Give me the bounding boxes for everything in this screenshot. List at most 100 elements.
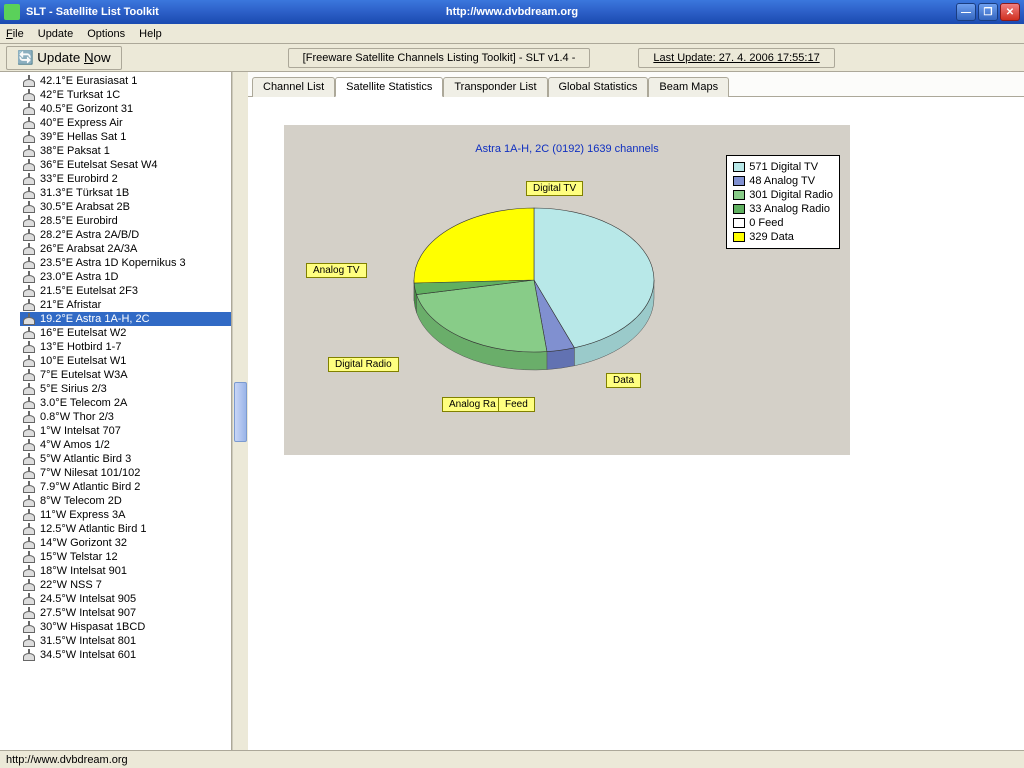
satellite-icon — [22, 537, 36, 549]
legend-swatch — [733, 232, 745, 242]
tab-global-statistics[interactable]: Global Statistics — [548, 77, 649, 97]
satellite-label: 24.5°W Intelsat 905 — [40, 593, 136, 605]
satellite-icon — [22, 593, 36, 605]
satellite-label: 12.5°W Atlantic Bird 1 — [40, 523, 147, 535]
slice-label-analog-tv: Analog TV — [306, 263, 367, 278]
satellite-item[interactable]: 3.0°E Telecom 2A — [20, 396, 231, 410]
menu-options[interactable]: Options — [87, 28, 125, 40]
satellite-item[interactable]: 31.3°E Türksat 1B — [20, 186, 231, 200]
menu-file[interactable]: File — [6, 28, 24, 40]
satellite-icon — [22, 341, 36, 353]
tab-beam-maps[interactable]: Beam Maps — [648, 77, 729, 97]
status-bar: http://www.dvbdream.org — [0, 750, 1024, 768]
satellite-item[interactable]: 8°W Telecom 2D — [20, 494, 231, 508]
pie-chart — [404, 185, 664, 385]
satellite-item[interactable]: 28.5°E Eurobird — [20, 214, 231, 228]
satellite-label: 40.5°E Gorizont 31 — [40, 103, 133, 115]
satellite-item[interactable]: 11°W Express 3A — [20, 508, 231, 522]
satellite-label: 22°W NSS 7 — [40, 579, 102, 591]
satellite-item[interactable]: 0.8°W Thor 2/3 — [20, 410, 231, 424]
satellite-item[interactable]: 14°W Gorizont 32 — [20, 536, 231, 550]
tab-transponder-list[interactable]: Transponder List — [443, 77, 547, 97]
satellite-item[interactable]: 23.5°E Astra 1D Kopernikus 3 — [20, 256, 231, 270]
satellite-item[interactable]: 39°E Hellas Sat 1 — [20, 130, 231, 144]
satellite-icon — [22, 495, 36, 507]
satellite-item[interactable]: 7°E Eutelsat W3A — [20, 368, 231, 382]
splitter-scrollbar[interactable] — [232, 72, 248, 750]
satellite-item[interactable]: 10°E Eutelsat W1 — [20, 354, 231, 368]
satellite-icon — [22, 257, 36, 269]
satellite-item[interactable]: 27.5°W Intelsat 907 — [20, 606, 231, 620]
satellite-item[interactable]: 5°W Atlantic Bird 3 — [20, 452, 231, 466]
satellite-icon — [22, 355, 36, 367]
satellite-icon — [22, 89, 36, 101]
satellite-item[interactable]: 30.5°E Arabsat 2B — [20, 200, 231, 214]
satellite-item[interactable]: 22°W NSS 7 — [20, 578, 231, 592]
satellite-item[interactable]: 42.1°E Eurasiasat 1 — [20, 74, 231, 88]
legend-label: 329 Data — [749, 231, 794, 243]
satellite-item[interactable]: 7°W Nilesat 101/102 — [20, 466, 231, 480]
legend-swatch — [733, 162, 745, 172]
last-update-box[interactable]: Last Update: 27. 4. 2006 17:55:17 — [638, 48, 834, 68]
satellite-label: 3.0°E Telecom 2A — [40, 397, 127, 409]
satellite-item[interactable]: 40.5°E Gorizont 31 — [20, 102, 231, 116]
satellite-item[interactable]: 1°W Intelsat 707 — [20, 424, 231, 438]
maximize-button[interactable]: ❐ — [978, 3, 998, 21]
satellite-icon — [22, 551, 36, 563]
legend-row: 48 Analog TV — [733, 174, 833, 188]
satellite-item[interactable]: 21.5°E Eutelsat 2F3 — [20, 284, 231, 298]
satellite-label: 15°W Telstar 12 — [40, 551, 118, 563]
slice-label-digital-radio: Digital Radio — [328, 357, 399, 372]
menu-update[interactable]: Update — [38, 28, 73, 40]
satellite-item[interactable]: 4°W Amos 1/2 — [20, 438, 231, 452]
satellite-item[interactable]: 7.9°W Atlantic Bird 2 — [20, 480, 231, 494]
satellite-label: 26°E Arabsat 2A/3A — [40, 243, 137, 255]
window-url: http://www.dvbdream.org — [446, 6, 578, 18]
scrollbar-thumb[interactable] — [234, 382, 247, 442]
legend-label: 48 Analog TV — [749, 175, 815, 187]
satellite-item[interactable]: 30°W Hispasat 1BCD — [20, 620, 231, 634]
window-title: SLT - Satellite List Toolkit — [26, 6, 159, 18]
satellite-item[interactable]: 21°E Afristar — [20, 298, 231, 312]
satellite-icon — [22, 383, 36, 395]
satellite-icon — [22, 75, 36, 87]
satellite-item[interactable]: 42°E Turksat 1C — [20, 88, 231, 102]
satellite-item[interactable]: 40°E Express Air — [20, 116, 231, 130]
satellite-item[interactable]: 23.0°E Astra 1D — [20, 270, 231, 284]
satellite-item[interactable]: 26°E Arabsat 2A/3A — [20, 242, 231, 256]
legend-swatch — [733, 176, 745, 186]
satellite-item[interactable]: 19.2°E Astra 1A-H, 2C — [20, 312, 231, 326]
satellite-item[interactable]: 16°E Eutelsat W2 — [20, 326, 231, 340]
satellite-icon — [22, 215, 36, 227]
satellite-icon — [22, 509, 36, 521]
satellite-icon — [22, 467, 36, 479]
satellite-item[interactable]: 31.5°W Intelsat 801 — [20, 634, 231, 648]
close-button[interactable]: ✕ — [1000, 3, 1020, 21]
satellite-label: 16°E Eutelsat W2 — [40, 327, 126, 339]
satellite-item[interactable]: 38°E Paksat 1 — [20, 144, 231, 158]
satellite-tree[interactable]: 42.1°E Eurasiasat 142°E Turksat 1C40.5°E… — [0, 72, 232, 750]
satellite-item[interactable]: 28.2°E Astra 2A/B/D — [20, 228, 231, 242]
menu-help[interactable]: Help — [139, 28, 162, 40]
satellite-item[interactable]: 33°E Eurobird 2 — [20, 172, 231, 186]
satellite-item[interactable]: 18°W Intelsat 901 — [20, 564, 231, 578]
tab-satellite-statistics[interactable]: Satellite Statistics — [335, 77, 443, 97]
satellite-item[interactable]: 5°E Sirius 2/3 — [20, 382, 231, 396]
satellite-item[interactable]: 24.5°W Intelsat 905 — [20, 592, 231, 606]
satellite-label: 14°W Gorizont 32 — [40, 537, 127, 549]
minimize-button[interactable]: — — [956, 3, 976, 21]
satellite-item[interactable]: 36°E Eutelsat Sesat W4 — [20, 158, 231, 172]
satellite-label: 7.9°W Atlantic Bird 2 — [40, 481, 140, 493]
satellite-item[interactable]: 34.5°W Intelsat 601 — [20, 648, 231, 662]
chart-title: Astra 1A-H, 2C (0192) 1639 channels — [284, 143, 850, 155]
satellite-label: 31.5°W Intelsat 801 — [40, 635, 136, 647]
title-bar: SLT - Satellite List Toolkit http://www.… — [0, 0, 1024, 24]
satellite-item[interactable]: 15°W Telstar 12 — [20, 550, 231, 564]
toolbar: 🔄 Update Now [Freeware Satellite Channel… — [0, 44, 1024, 72]
tab-channel-list[interactable]: Channel List — [252, 77, 335, 97]
satellite-label: 21.5°E Eutelsat 2F3 — [40, 285, 138, 297]
satellite-icon — [22, 271, 36, 283]
satellite-item[interactable]: 12.5°W Atlantic Bird 1 — [20, 522, 231, 536]
update-now-button[interactable]: 🔄 Update Now — [6, 46, 122, 70]
satellite-item[interactable]: 13°E Hotbird 1-7 — [20, 340, 231, 354]
